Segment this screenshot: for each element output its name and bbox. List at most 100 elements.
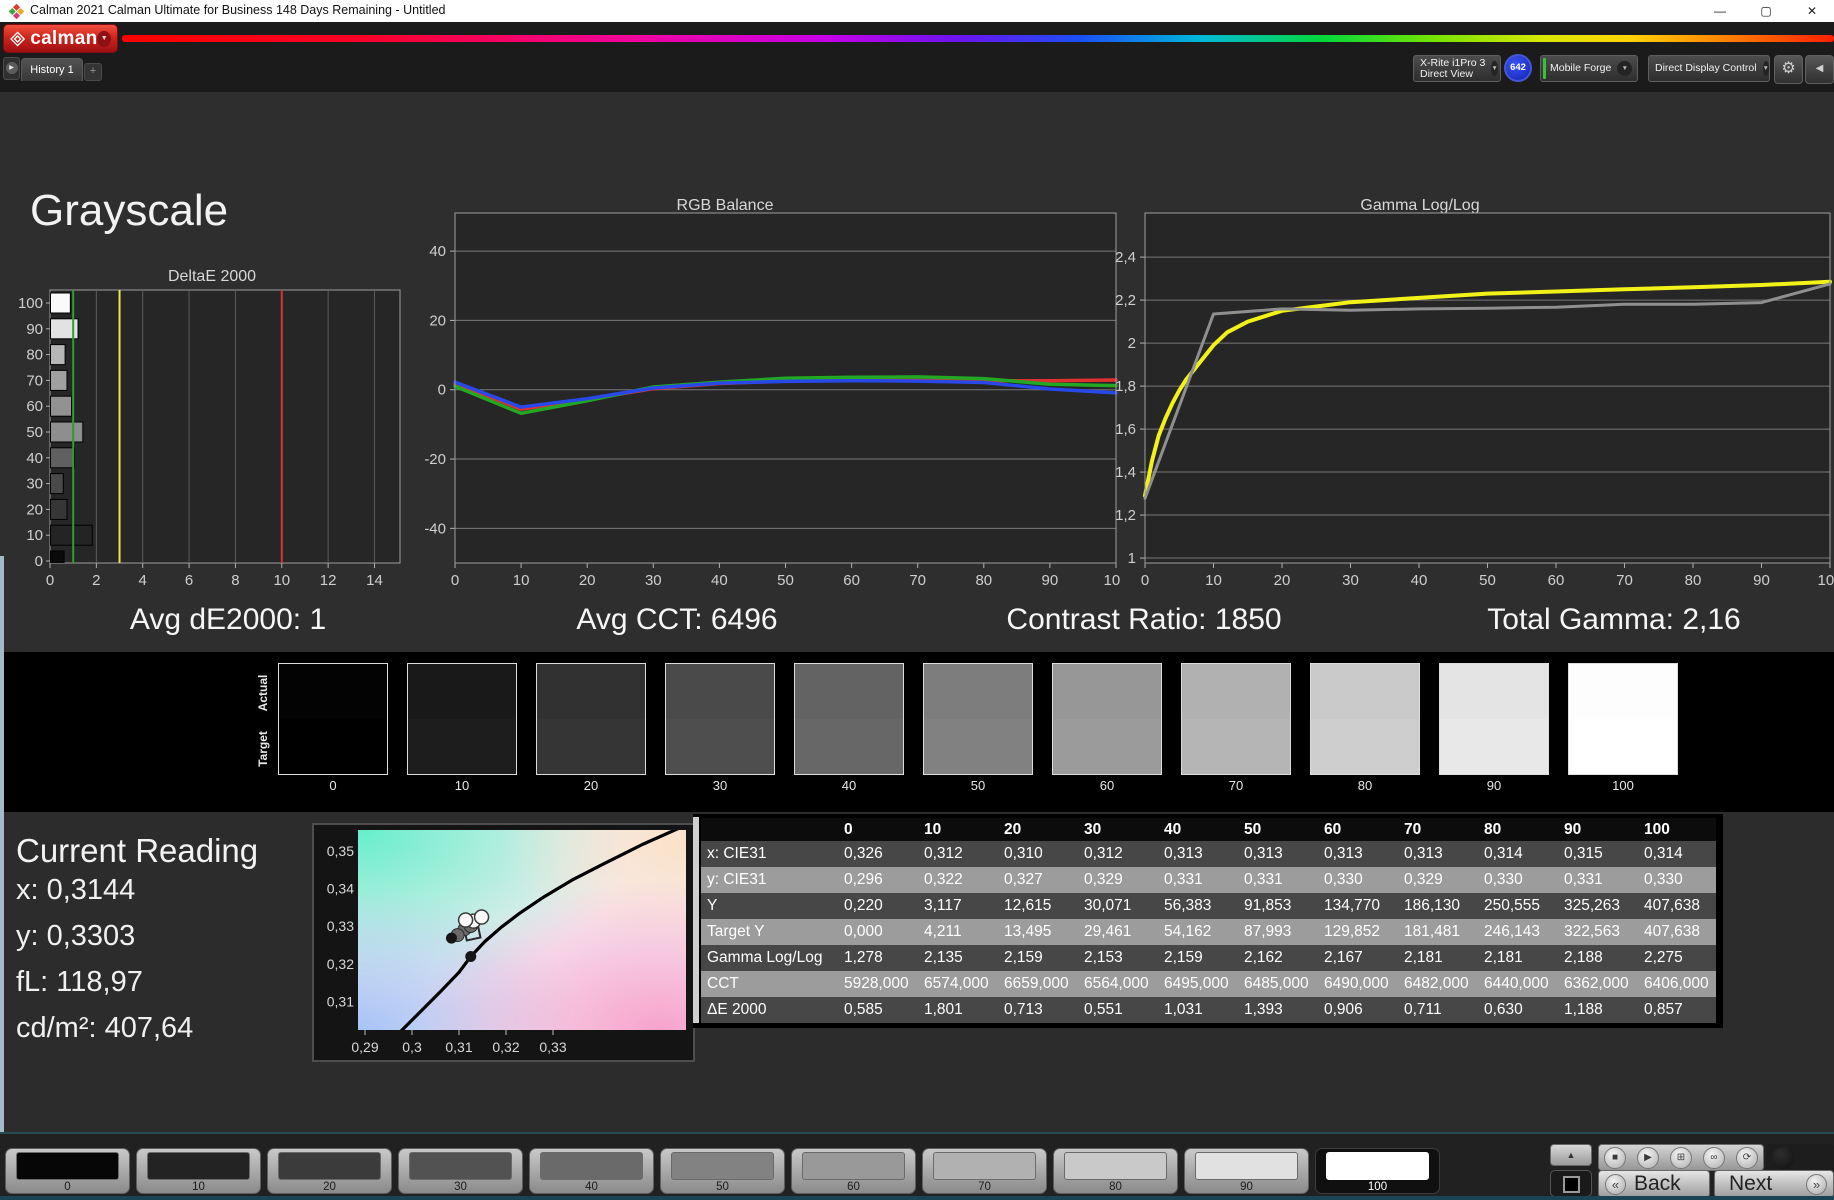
pattern-button-90[interactable]: 90 bbox=[1184, 1148, 1309, 1194]
tab-history[interactable]: History 1 bbox=[21, 58, 83, 81]
pattern-button-20[interactable]: 20 bbox=[267, 1148, 392, 1194]
table-cell: 4,211 bbox=[924, 923, 962, 940]
table-row: y: CIE31 0,296 0,322 0,327 0,329 0,331 0,331 0,… bbox=[701, 867, 1716, 893]
table-cell: 90 bbox=[1564, 820, 1582, 838]
svg-text:50: 50 bbox=[1479, 572, 1496, 589]
meter-sublabel: Direct View bbox=[1420, 67, 1473, 80]
table-cell: 0,585 bbox=[844, 1001, 883, 1018]
tab-scroll-button[interactable]: ▶ bbox=[3, 57, 20, 80]
pattern-button-40[interactable]: 40 bbox=[529, 1148, 654, 1194]
svg-text:100: 100 bbox=[18, 295, 43, 312]
table-scrollbar[interactable] bbox=[693, 817, 699, 1023]
table-cell: 0,551 bbox=[1084, 1001, 1123, 1018]
svg-text:2: 2 bbox=[1128, 335, 1136, 352]
strip-level-label: 30 bbox=[712, 778, 728, 793]
strip-swatch bbox=[794, 663, 904, 775]
table-cell: 2,275 bbox=[1644, 949, 1683, 966]
play-arrow-icon: ▶ bbox=[5, 62, 18, 74]
stat-avg-cct: Avg CCT: 6496 bbox=[576, 603, 778, 636]
table-cell: 6564,000 bbox=[1084, 975, 1149, 992]
pattern-level-label: 100 bbox=[1367, 1181, 1388, 1193]
table-cell: 0,310 bbox=[1004, 845, 1043, 862]
svg-text:0,33: 0,33 bbox=[539, 1039, 566, 1055]
main-toolbar: calman ▼ X-Rite i1Pro 3 Direct View ▼ 64… bbox=[0, 22, 1834, 92]
table-cell: 0,326 bbox=[844, 845, 883, 862]
svg-text:80: 80 bbox=[26, 347, 43, 364]
svg-text:50: 50 bbox=[777, 572, 794, 589]
transport-play-button[interactable]: ▶ bbox=[1637, 1147, 1659, 1169]
window-square-icon bbox=[1562, 1176, 1580, 1193]
transport-refresh-button[interactable]: ⟳ bbox=[1736, 1147, 1758, 1169]
svg-text:60: 60 bbox=[843, 572, 860, 589]
row-label: y: CIE31 bbox=[707, 871, 767, 888]
reading-x: x: 0,3144 bbox=[16, 874, 136, 906]
display-control-dropdown[interactable]: Direct Display Control ▼ bbox=[1648, 55, 1770, 82]
rgb-balance-chart: 40200-20-400102030405060708090100 bbox=[424, 212, 1120, 589]
window-titlebar: Calman 2021 Calman Ultimate for Business… bbox=[0, 0, 1834, 22]
chevron-down-icon[interactable]: ▼ bbox=[97, 30, 111, 47]
settings-gear-button[interactable]: ⚙ bbox=[1774, 55, 1803, 84]
table-cell: 6574,000 bbox=[924, 975, 989, 992]
strip-swatch bbox=[407, 663, 517, 775]
strip-level-label: 90 bbox=[1486, 778, 1502, 793]
svg-text:10: 10 bbox=[26, 527, 43, 544]
reading-y: y: 0,3303 bbox=[16, 920, 136, 952]
table-cell: 12,615 bbox=[1004, 897, 1052, 914]
svg-text:6: 6 bbox=[185, 572, 193, 589]
table-cell: 246,143 bbox=[1484, 923, 1541, 940]
collapse-panel-button[interactable]: ◀ bbox=[1805, 55, 1834, 84]
pattern-up-button[interactable]: ▲ bbox=[1550, 1144, 1592, 1166]
svg-text:14: 14 bbox=[366, 572, 383, 589]
svg-text:20: 20 bbox=[1274, 572, 1291, 589]
strip-swatch bbox=[665, 663, 775, 775]
pattern-swatch bbox=[1064, 1152, 1167, 1180]
table-cell: 2,181 bbox=[1484, 949, 1523, 966]
reading-fl: fL: 118,97 bbox=[16, 966, 143, 998]
table-cell: 2,159 bbox=[1004, 949, 1043, 966]
pattern-button-30[interactable]: 30 bbox=[398, 1148, 523, 1194]
tab-add-button[interactable]: + bbox=[84, 63, 102, 81]
target-swatch bbox=[666, 719, 774, 774]
transport-pattern-size-button[interactable]: ⊞ bbox=[1670, 1147, 1692, 1169]
chevron-down-icon[interactable]: ▼ bbox=[1491, 61, 1498, 76]
close-button[interactable]: ✕ bbox=[1790, 0, 1834, 22]
transport-stop-button[interactable]: ■ bbox=[1604, 1147, 1626, 1169]
svg-text:20: 20 bbox=[429, 312, 446, 329]
source-dropdown[interactable]: Mobile Forge ▼ bbox=[1540, 55, 1638, 82]
table-cell: 60 bbox=[1324, 820, 1342, 838]
svg-text:-40: -40 bbox=[424, 520, 446, 537]
pattern-button-100[interactable]: 100 bbox=[1315, 1148, 1440, 1194]
pattern-button-10[interactable]: 10 bbox=[136, 1148, 261, 1194]
pattern-button-80[interactable]: 80 bbox=[1053, 1148, 1178, 1194]
table-cell: 1,801 bbox=[924, 1001, 963, 1018]
next-button[interactable]: Next » bbox=[1714, 1170, 1834, 1198]
target-swatch bbox=[1182, 719, 1290, 774]
pattern-button-0[interactable]: 0 bbox=[5, 1148, 130, 1194]
pattern-button-60[interactable]: 60 bbox=[791, 1148, 916, 1194]
chevron-down-icon[interactable]: ▼ bbox=[1617, 61, 1633, 76]
table-cell: 1,393 bbox=[1244, 1001, 1283, 1018]
transport-continuous-button[interactable]: ∞ bbox=[1703, 1147, 1725, 1169]
back-button[interactable]: « Back bbox=[1598, 1170, 1710, 1198]
table-cell: 129,852 bbox=[1324, 923, 1381, 940]
minimize-button[interactable]: — bbox=[1698, 0, 1742, 22]
svg-text:-20: -20 bbox=[424, 451, 446, 468]
maximize-button[interactable]: ▢ bbox=[1744, 0, 1788, 22]
table-cell: 322,563 bbox=[1564, 923, 1621, 940]
meter-count-badge[interactable]: 642 bbox=[1504, 54, 1532, 82]
table-cell: 0,220 bbox=[844, 897, 883, 914]
target-swatch bbox=[1053, 719, 1161, 774]
table-cell: 91,853 bbox=[1244, 897, 1292, 914]
svg-text:2,4: 2,4 bbox=[1115, 249, 1136, 266]
calman-menu-button[interactable]: calman ▼ bbox=[3, 24, 118, 53]
svg-text:2,2: 2,2 bbox=[1115, 292, 1136, 309]
pattern-swatch bbox=[278, 1152, 381, 1180]
table-cell: 0,314 bbox=[1484, 845, 1523, 862]
chevron-down-icon[interactable]: ▼ bbox=[1762, 61, 1769, 76]
pattern-level-label: 30 bbox=[454, 1181, 467, 1193]
pattern-window-button[interactable] bbox=[1550, 1170, 1592, 1197]
pattern-button-50[interactable]: 50 bbox=[660, 1148, 785, 1194]
pattern-button-70[interactable]: 70 bbox=[922, 1148, 1047, 1194]
table-cell: 0,322 bbox=[924, 871, 963, 888]
meter-dropdown[interactable]: X-Rite i1Pro 3 Direct View ▼ bbox=[1413, 55, 1501, 82]
